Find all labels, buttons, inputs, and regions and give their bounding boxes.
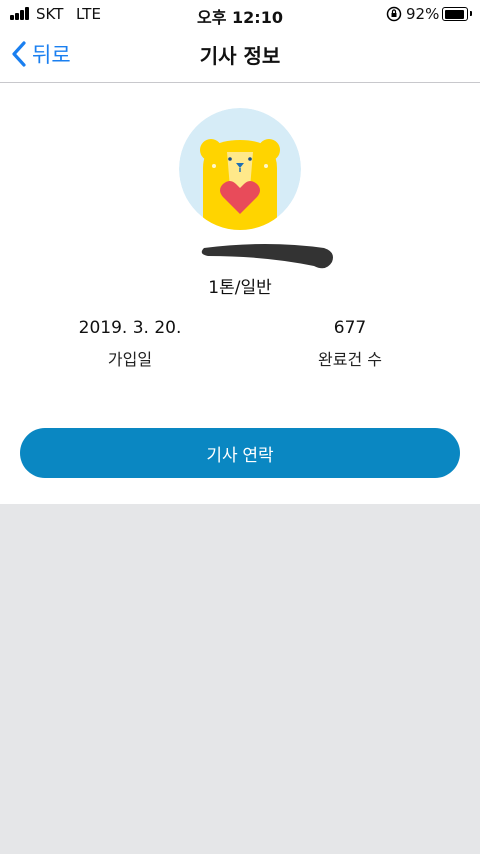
completed-count-stat: 677 완료건 수 xyxy=(250,318,450,370)
page-title: 기사 정보 xyxy=(199,44,281,68)
navigation-bar: 뒤로 기사 정보 xyxy=(0,28,480,83)
rotation-lock-icon xyxy=(386,6,402,22)
join-date-label: 가입일 xyxy=(107,350,153,369)
join-date-value: 2019. 3. 20. xyxy=(78,318,182,338)
redacted-driver-name xyxy=(201,244,333,269)
vehicle-type: 1톤/일반 xyxy=(208,278,272,298)
status-bar: SKT LTE 오후 12:10 92% xyxy=(0,0,480,28)
battery-icon xyxy=(442,7,468,21)
bear-heart-avatar-icon xyxy=(179,108,301,230)
contact-driver-button[interactable]: 기사 연락 xyxy=(20,428,460,478)
completed-count-value: 677 xyxy=(333,318,367,338)
join-date-stat: 2019. 3. 20. 가입일 xyxy=(30,318,230,370)
completed-count-label: 완료건 수 xyxy=(318,350,382,369)
battery-nub xyxy=(470,11,472,16)
battery-fill xyxy=(444,9,464,19)
battery-percent: 92% xyxy=(406,5,440,23)
